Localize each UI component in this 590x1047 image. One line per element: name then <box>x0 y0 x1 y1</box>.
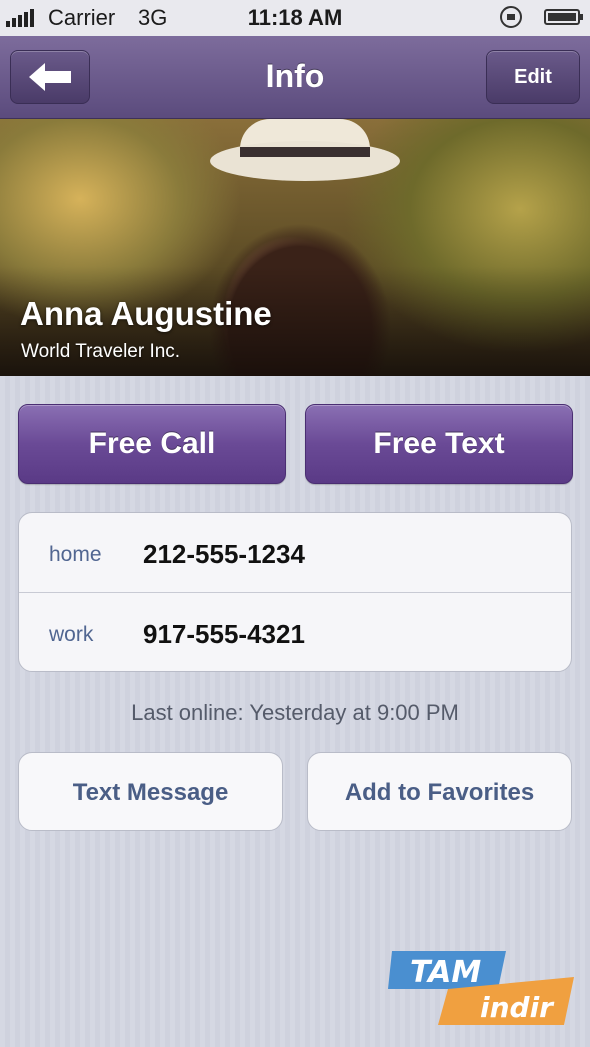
phone-row-home[interactable]: home 212-555-1234 <box>19 513 571 592</box>
add-to-favorites-button[interactable]: Add to Favorites <box>307 752 572 831</box>
contact-photo: Anna Augustine World Traveler Inc. <box>0 119 590 376</box>
watermark-line1: TAM <box>410 955 481 990</box>
tamindir-watermark-logo: TAM indir <box>388 951 574 1025</box>
last-online-status: Last online: Yesterday at 9:00 PM <box>131 700 459 725</box>
phone-label: home <box>49 543 102 566</box>
navigation-bar: Info Edit <box>0 36 590 119</box>
phone-label: work <box>49 623 94 646</box>
edit-button[interactable]: Edit <box>486 50 580 104</box>
watermark-line2: indir <box>480 991 555 1024</box>
status-bar: Carrier 3G 11:18 AM <box>0 0 590 36</box>
phone-number: 212-555-1234 <box>143 539 305 569</box>
battery-icon <box>544 9 583 25</box>
free-call-button[interactable]: Free Call <box>18 404 286 484</box>
phone-row-work[interactable]: work 917-555-4321 <box>19 593 571 672</box>
free-text-button[interactable]: Free Text <box>305 404 573 484</box>
phone-number: 917-555-4321 <box>143 619 305 649</box>
contact-name: Anna Augustine <box>20 295 272 332</box>
contact-company: World Traveler Inc. <box>21 341 181 362</box>
text-message-button[interactable]: Text Message <box>18 752 283 831</box>
phone-numbers-card: home 212-555-1234 work 917-555-4321 <box>18 512 572 672</box>
rotation-lock-icon <box>500 6 522 28</box>
